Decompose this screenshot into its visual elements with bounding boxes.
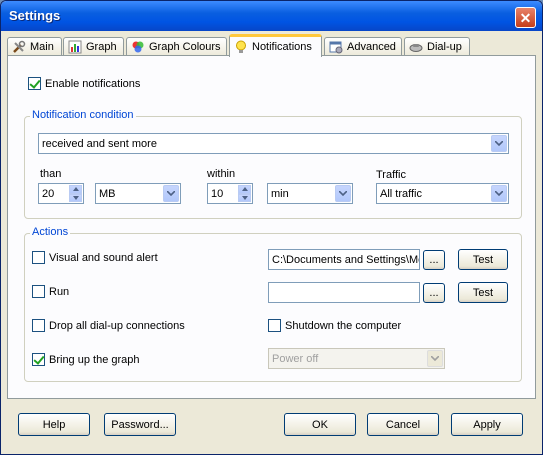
- power-action-select[interactable]: Power off: [268, 348, 445, 369]
- arrow-up-icon: [72, 187, 79, 192]
- chevron-down-icon: [495, 141, 503, 146]
- tab-notifications[interactable]: Notifications: [229, 34, 322, 57]
- title-bar[interactable]: Settings ✕: [1, 1, 542, 31]
- window-title: Settings: [9, 8, 61, 23]
- bring-graph-label: Bring up the graph: [49, 353, 140, 366]
- group-legend: Notification condition: [30, 109, 136, 121]
- tools-icon: [13, 40, 26, 53]
- condition-mode-value: received and sent more: [42, 137, 157, 150]
- tab-label: Advanced: [347, 41, 396, 53]
- amount-unit-select[interactable]: MB: [95, 183, 181, 204]
- chevron-down-icon: [167, 191, 175, 196]
- test-alert-button[interactable]: Test: [458, 249, 508, 270]
- chevron-down-icon: [339, 191, 347, 196]
- tab-dial-up[interactable]: Dial-up: [404, 37, 470, 56]
- test-run-button[interactable]: Test: [458, 282, 508, 303]
- traffic-select[interactable]: All traffic: [376, 183, 509, 204]
- than-label: than: [40, 168, 62, 180]
- period-unit-value: min: [271, 187, 289, 200]
- run-path-input[interactable]: [268, 282, 420, 303]
- chevron-down-icon: [495, 191, 503, 196]
- bar-chart-icon: [68, 40, 82, 54]
- visual-alert-label: Visual and sound alert: [49, 251, 158, 264]
- tab-label: Notifications: [252, 41, 312, 53]
- arrow-up-icon: [241, 187, 248, 192]
- run-checkbox[interactable]: Run: [32, 285, 69, 298]
- checkbox-box[interactable]: [32, 353, 45, 366]
- cancel-button[interactable]: Cancel: [367, 413, 439, 436]
- drop-dialup-label: Drop all dial-up connections: [49, 319, 185, 332]
- tab-graph-colours[interactable]: Graph Colours: [126, 37, 227, 56]
- alert-sound-path-input[interactable]: C:\Documents and Settings\Me: [268, 249, 420, 270]
- tab-advanced[interactable]: Advanced: [324, 37, 402, 56]
- amount-value: 20: [42, 187, 55, 200]
- browse-sound-button[interactable]: ...: [423, 250, 445, 270]
- checkbox-box[interactable]: [32, 285, 45, 298]
- notifications-panel: Enable notifications Notification condit…: [7, 55, 536, 399]
- help-button[interactable]: Help: [18, 413, 90, 436]
- within-label: within: [207, 168, 236, 180]
- power-action-value: Power off: [272, 352, 319, 365]
- checkbox-box[interactable]: [268, 319, 281, 332]
- tab-label: Graph Colours: [149, 41, 221, 53]
- dropdown-arrow[interactable]: [491, 185, 507, 202]
- traffic-value: All traffic: [380, 187, 422, 200]
- chevron-down-icon: [431, 356, 439, 361]
- amount-unit-value: MB: [99, 187, 116, 200]
- settings-window-icon: [329, 41, 343, 54]
- checkbox-box[interactable]: [32, 251, 45, 264]
- checkbox-box[interactable]: [32, 319, 45, 332]
- arrow-down-icon: [72, 195, 79, 200]
- amount-spinner[interactable]: 20: [38, 183, 84, 204]
- group-legend: Actions: [30, 226, 71, 238]
- run-label: Run: [49, 285, 70, 298]
- tab-graph[interactable]: Graph: [63, 37, 124, 56]
- spin-down-button[interactable]: [238, 193, 251, 202]
- period-unit-select[interactable]: min: [267, 183, 353, 204]
- dropdown-arrow[interactable]: [491, 135, 507, 152]
- palette-icon: [132, 41, 144, 53]
- close-icon: ✕: [519, 9, 532, 26]
- close-button[interactable]: ✕: [515, 7, 536, 28]
- traffic-label: Traffic: [376, 169, 406, 181]
- tab-label: Main: [30, 41, 54, 53]
- notification-condition-group: Notification condition received and sent…: [24, 109, 522, 219]
- shutdown-checkbox[interactable]: Shutdown the computer: [268, 319, 401, 332]
- spin-down-button[interactable]: [69, 193, 82, 202]
- drop-dialup-checkbox[interactable]: Drop all dial-up connections: [32, 319, 185, 332]
- phone-icon: [409, 44, 423, 52]
- shutdown-label: Shutdown the computer: [285, 319, 402, 332]
- tab-strip: Main Graph Graph Colours Notifications A…: [7, 34, 536, 57]
- arrow-down-icon: [241, 195, 248, 200]
- dropdown-arrow[interactable]: [163, 185, 179, 202]
- spin-up-button[interactable]: [238, 185, 251, 194]
- checkbox-box[interactable]: [28, 77, 41, 90]
- browse-run-button[interactable]: ...: [423, 283, 445, 303]
- settings-window: Settings ✕ Main Graph Graph Colours Noti…: [0, 0, 543, 455]
- bring-graph-checkbox[interactable]: Bring up the graph: [32, 353, 140, 366]
- dropdown-arrow: [427, 350, 443, 367]
- period-value: 10: [211, 187, 224, 200]
- password-button[interactable]: Password...: [104, 413, 176, 436]
- tab-main[interactable]: Main: [7, 37, 62, 56]
- period-spinner[interactable]: 10: [207, 183, 253, 204]
- alert-sound-path-value: C:\Documents and Settings\Me: [272, 253, 420, 266]
- condition-mode-select[interactable]: received and sent more: [38, 133, 509, 154]
- apply-button[interactable]: Apply: [451, 413, 523, 436]
- enable-notifications-label: Enable notifications: [45, 77, 141, 90]
- tab-label: Graph: [86, 41, 117, 53]
- spin-up-button[interactable]: [69, 185, 82, 194]
- lightbulb-icon: [236, 40, 246, 53]
- dropdown-arrow[interactable]: [335, 185, 351, 202]
- ok-button[interactable]: OK: [284, 413, 356, 436]
- actions-group: Actions Visual and sound alert C:\Docume…: [24, 226, 522, 382]
- visual-alert-checkbox[interactable]: Visual and sound alert: [32, 251, 158, 264]
- enable-notifications-checkbox[interactable]: Enable notifications: [28, 77, 140, 90]
- tab-label: Dial-up: [427, 41, 462, 53]
